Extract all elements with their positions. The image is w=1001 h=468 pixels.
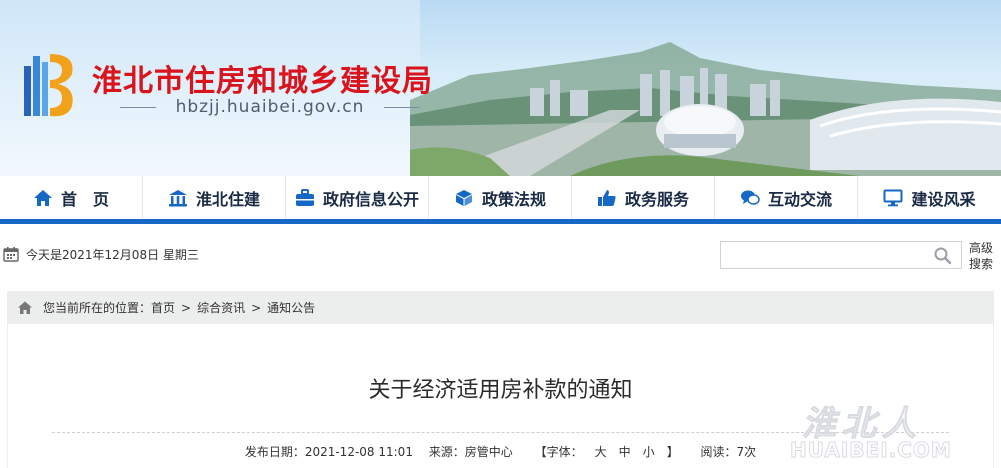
search-input[interactable] bbox=[720, 241, 962, 269]
site-title[interactable]: 淮北市住房和城乡建设局 bbox=[92, 56, 433, 100]
nav-item-label: 互动交流 bbox=[767, 189, 832, 209]
article-meta: 发布日期：2021-12-08 11:01 来源：房管中心 【字体： 大中小】 阅… bbox=[0, 443, 1001, 460]
building-icon bbox=[168, 189, 187, 206]
nav-item-gov-info[interactable]: 政府信息公开 bbox=[286, 176, 429, 219]
nav-item-label: 首 页 bbox=[60, 189, 109, 209]
font-size-medium[interactable]: 中 bbox=[619, 445, 631, 459]
article-title: 关于经济适用房补款的通知 bbox=[368, 378, 633, 403]
nav-item-policy[interactable]: 政策法规 bbox=[429, 176, 572, 219]
font-size-small[interactable]: 小 bbox=[643, 445, 655, 459]
thumbs-up-icon bbox=[597, 189, 616, 206]
nav-item-label: 政务服务 bbox=[624, 189, 689, 209]
font-label: 【字体： bbox=[534, 445, 583, 459]
read-count: 阅读：7次 bbox=[700, 445, 757, 459]
header-banner: 淮北市住房和城乡建设局 hbzjj.huaibei.gov.cn bbox=[0, 0, 1001, 176]
current-date: 今天是2021年12月08日 星期三 bbox=[26, 248, 199, 262]
chat-icon bbox=[740, 190, 760, 205]
main-nav: 首 页 淮北住建 政府信息公开 政策法规 政务服务 互动交流 建设风采 bbox=[0, 176, 1001, 224]
font-label-close: 】 bbox=[666, 445, 679, 459]
calendar-icon bbox=[3, 247, 19, 262]
monitor-icon bbox=[883, 189, 903, 206]
breadcrumb-prefix: 您当前所在的位置： bbox=[43, 301, 152, 315]
nav-item-interaction[interactable]: 互动交流 bbox=[715, 176, 858, 219]
breadcrumb-item-notices[interactable]: 通知公告 bbox=[267, 299, 315, 316]
home-icon bbox=[18, 301, 32, 314]
city-skyline-image bbox=[410, 42, 1001, 176]
nav-item-home[interactable]: 首 页 bbox=[0, 176, 143, 219]
search-icon[interactable] bbox=[933, 246, 953, 266]
domain-text: hbzjj.huaibei.gov.cn bbox=[175, 97, 365, 117]
font-size-control: 【字体： 大中小】 bbox=[529, 445, 685, 459]
briefcase-icon bbox=[295, 188, 314, 206]
breadcrumb-item-home[interactable]: 首页 bbox=[151, 299, 175, 316]
advanced-search-link[interactable]: 高级搜索 bbox=[969, 240, 999, 272]
nav-item-label: 政府信息公开 bbox=[322, 189, 419, 209]
nav-item-label: 政策法规 bbox=[481, 189, 546, 209]
home-icon bbox=[33, 189, 52, 206]
domain-rule-left bbox=[120, 107, 156, 108]
nav-item-label: 建设风采 bbox=[911, 189, 976, 209]
breadcrumb-item-news[interactable]: 综合资讯 bbox=[197, 299, 245, 316]
site-logo bbox=[24, 54, 73, 117]
breadcrumb-separator: > bbox=[251, 300, 262, 315]
site-domain: hbzjj.huaibei.gov.cn bbox=[120, 97, 420, 117]
nav-item-gov-service[interactable]: 政务服务 bbox=[572, 176, 715, 219]
article-source: 来源：房管中心 bbox=[428, 445, 513, 459]
meta-divider bbox=[52, 432, 949, 433]
breadcrumb: 您当前所在的位置： 首页 > 综合资讯 > 通知公告 bbox=[7, 291, 994, 324]
publish-date: 发布日期：2021-12-08 11:01 bbox=[244, 445, 413, 459]
breadcrumb-separator: > bbox=[181, 300, 192, 315]
domain-rule-right bbox=[384, 107, 420, 108]
font-size-large[interactable]: 大 bbox=[595, 445, 607, 459]
nav-item-construction[interactable]: 建设风采 bbox=[858, 176, 1001, 219]
toolbar-strip: 今天是2021年12月08日 星期三 高级搜索 bbox=[0, 229, 1001, 279]
nav-item-label: 淮北住建 bbox=[195, 189, 260, 209]
nav-item-huaibei-zhujian[interactable]: 淮北住建 bbox=[143, 176, 286, 219]
cube-icon bbox=[455, 189, 472, 206]
